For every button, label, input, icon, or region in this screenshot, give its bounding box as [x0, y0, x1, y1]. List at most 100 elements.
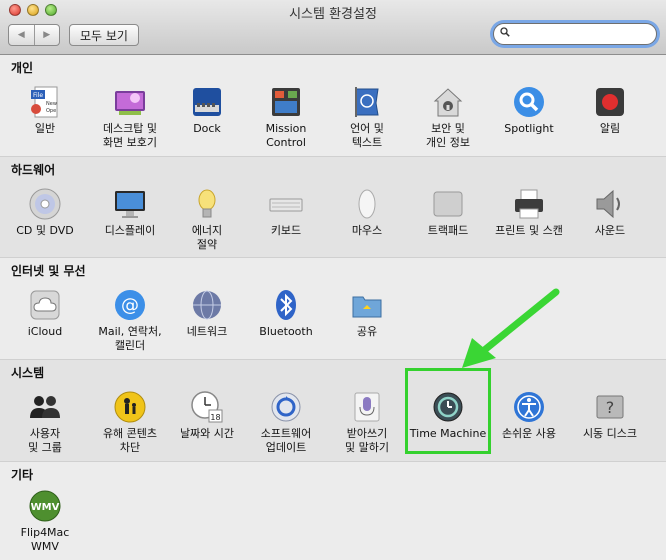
pref-label: Flip4Mac WMV	[20, 526, 70, 553]
mouse-icon	[358, 189, 376, 219]
at-sign-icon: @	[115, 290, 145, 320]
startup-disk-icon: ?	[596, 395, 624, 419]
pref-general[interactable]: File New Ope 일반	[4, 85, 86, 136]
dock-icon	[193, 88, 221, 116]
pref-cd-dvd[interactable]: CD 및 DVD	[4, 187, 86, 238]
pref-energy-saver[interactable]: 에너지 절약	[166, 187, 248, 252]
show-all-button[interactable]: 모두 보기	[69, 24, 139, 46]
svg-text:New: New	[46, 101, 57, 107]
pref-label: 보안 및 개인 정보	[426, 122, 470, 149]
folder-icon	[352, 296, 382, 318]
pref-software-update[interactable]: 소프트웨어 업데이트	[245, 390, 327, 455]
keyboard-icon	[269, 198, 303, 212]
pref-sound[interactable]: 사운드	[569, 187, 651, 238]
pref-keyboard[interactable]: 키보드	[245, 187, 327, 238]
pref-label: 손쉬운 사용	[501, 427, 557, 440]
microphone-icon	[354, 392, 380, 422]
section-hardware: 하드웨어 CD 및 DVD 디스플레이 에너지 절약 키보드 마우스 트랙패드 …	[0, 156, 666, 257]
pref-label: 일반	[34, 122, 56, 135]
svg-text:@: @	[121, 295, 139, 316]
pref-label: 소프트웨어 업데이트	[260, 427, 312, 454]
users-icon	[30, 396, 60, 418]
red-dot-icon	[596, 88, 624, 116]
section-title: 인터넷 및 무선	[11, 264, 86, 278]
lightbulb-icon	[198, 189, 216, 218]
accessibility-icon	[514, 392, 544, 422]
pref-label: Dock	[193, 122, 221, 135]
pref-mission-control[interactable]: Mission Control	[245, 85, 327, 150]
globe-icon	[193, 290, 221, 320]
pref-network[interactable]: 네트워크	[166, 288, 248, 339]
pref-security-privacy[interactable]: 보안 및 개인 정보	[407, 85, 489, 150]
pref-label: 프린트 및 스캔	[495, 224, 563, 237]
section-title: 시스템	[11, 366, 45, 380]
pref-parental-controls[interactable]: 유해 콘텐츠 차단	[89, 390, 171, 455]
pref-label: 트랙패드	[427, 224, 469, 237]
pref-label: 키보드	[270, 224, 302, 237]
pref-mail-contacts-calendars[interactable]: @ Mail, 연락처, 캘린더	[89, 288, 171, 353]
title-bar: 시스템 환경설정 ◀ ▶ 모두 보기	[0, 0, 666, 55]
window-title: 시스템 환경설정	[289, 7, 377, 22]
pref-desktop-screensaver[interactable]: 데스크탑 및 화면 보호기	[89, 85, 171, 150]
wmv-badge: WMV	[31, 502, 60, 513]
speaker-icon	[596, 189, 620, 219]
pref-flip4mac-wmv[interactable]: WMV Flip4Mac WMV	[4, 489, 86, 554]
trackpad-icon	[433, 191, 463, 217]
pref-label: 언어 및 텍스트	[350, 122, 384, 149]
pref-label: Bluetooth	[259, 325, 313, 338]
forward-button[interactable]: ▶	[33, 25, 60, 45]
clock-calendar-icon: 18	[191, 391, 223, 423]
cloud-icon	[30, 290, 60, 320]
pref-startup-disk[interactable]: ? 시동 디스크	[569, 390, 651, 441]
pref-mouse[interactable]: 마우스	[326, 187, 408, 238]
printer-icon	[515, 189, 543, 219]
pref-label: 데스크탑 및 화면 보호기	[102, 122, 158, 149]
pref-print-scan[interactable]: 프린트 및 스캔	[488, 187, 570, 238]
search-input[interactable]	[512, 26, 650, 42]
pref-sharing[interactable]: 공유	[326, 288, 408, 339]
section-title: 개인	[11, 61, 34, 75]
pref-label: 사운드	[594, 224, 626, 237]
pref-accessibility[interactable]: 손쉬운 사용	[488, 390, 570, 441]
pref-icloud[interactable]: iCloud	[4, 288, 86, 339]
section-personal: 개인 File New Ope 일반 데스크탑 및 화면 보호기 Dock Mi…	[0, 55, 666, 156]
pref-spotlight[interactable]: Spotlight	[488, 85, 570, 136]
pref-date-time[interactable]: 18 날짜와 시간	[166, 390, 248, 441]
pref-displays[interactable]: 디스플레이	[89, 187, 171, 238]
section-title: 하드웨어	[11, 163, 56, 177]
pref-language-text[interactable]: 언어 및 텍스트	[326, 85, 408, 150]
time-machine-highlight-box	[405, 368, 491, 454]
pref-label: Mission Control	[265, 122, 307, 149]
pref-label: 받아쓰기 및 말하기	[345, 427, 389, 454]
section-title: 기타	[11, 468, 34, 482]
section-system: 시스템 사용자 및 그룹 유해 콘텐츠 차단 18 날짜와 시간 소프트웨어 업…	[0, 359, 666, 461]
pref-dictation-speech[interactable]: 받아쓰기 및 말하기	[326, 390, 408, 455]
pref-trackpad[interactable]: 트랙패드	[407, 187, 489, 238]
pref-label: CD 및 DVD	[16, 224, 74, 237]
software-update-icon	[271, 392, 301, 422]
search-field[interactable]	[493, 23, 657, 45]
pref-label: 시동 디스크	[582, 427, 638, 440]
pref-label: 에너지 절약	[191, 224, 223, 251]
navigation-buttons: ◀ ▶	[8, 24, 60, 46]
svg-text:File: File	[33, 92, 43, 99]
pref-notifications[interactable]: 알림	[569, 85, 651, 136]
system-preferences-window: 시스템 환경설정 ◀ ▶ 모두 보기 개인 File New Ope 일반 데스…	[0, 0, 666, 560]
parental-controls-icon	[114, 391, 146, 423]
back-button[interactable]: ◀	[9, 25, 34, 45]
magnifier-icon	[514, 87, 544, 117]
desktop-icon	[115, 91, 145, 115]
pref-bluetooth[interactable]: Bluetooth	[245, 288, 327, 339]
monitor-icon	[115, 191, 145, 218]
pref-label: 날짜와 시간	[179, 427, 235, 440]
bluetooth-icon	[276, 290, 296, 320]
pref-users-groups[interactable]: 사용자 및 그룹	[4, 390, 86, 455]
general-icon: File New Ope	[31, 86, 58, 118]
search-icon	[500, 27, 510, 37]
pref-dock[interactable]: Dock	[166, 85, 248, 136]
pref-label: 디스플레이	[104, 224, 156, 237]
svg-text:Ope: Ope	[46, 108, 56, 114]
disc-icon	[29, 188, 61, 220]
pref-label: Mail, 연락처, 캘린더	[98, 325, 162, 352]
svg-text:?: ?	[606, 398, 615, 417]
